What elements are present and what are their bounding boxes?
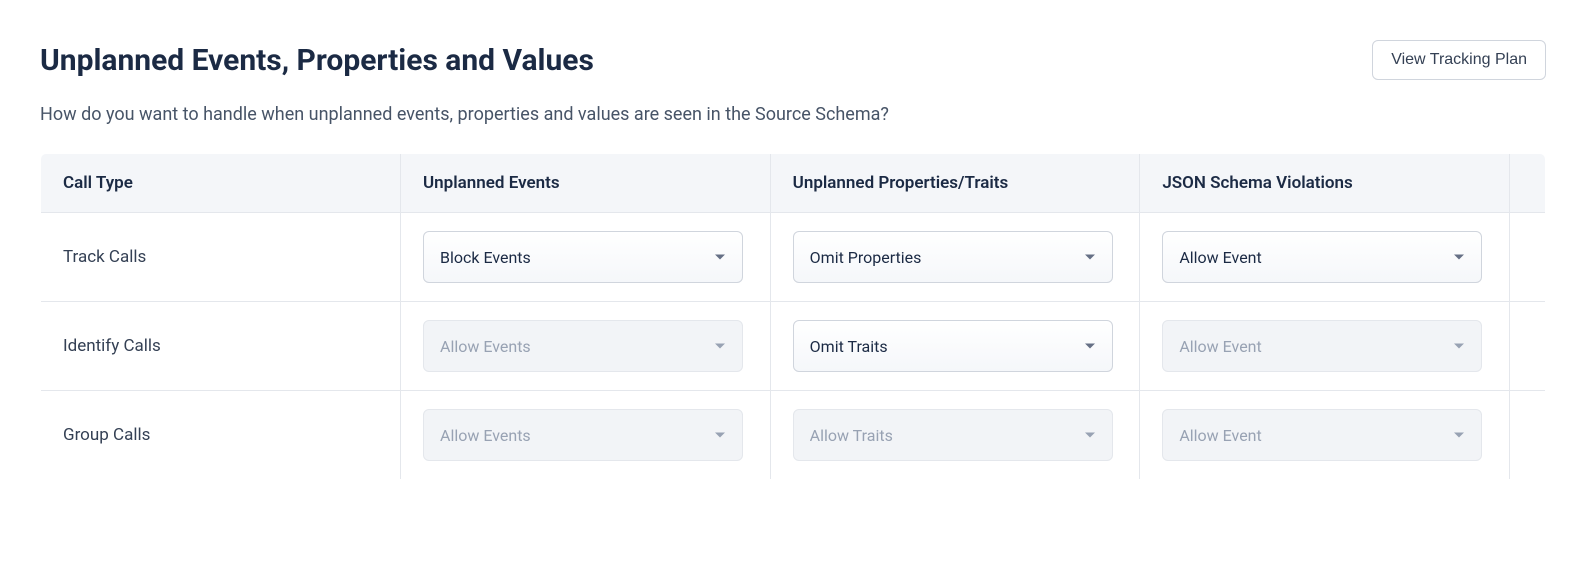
- page-title: Unplanned Events, Properties and Values: [40, 43, 594, 78]
- chevron-down-icon: [714, 342, 726, 350]
- chevron-down-icon: [1084, 431, 1096, 439]
- col-spacer: [1510, 154, 1546, 213]
- unplanned-events-cell: Allow Events: [401, 391, 771, 480]
- col-unplanned-properties-traits: Unplanned Properties/Traits: [770, 154, 1140, 213]
- unplanned-events-cell: Allow Events: [401, 302, 771, 391]
- dropdown-json-schema-violations-2: Allow Event: [1162, 409, 1482, 461]
- call-type-cell: Identify Calls: [41, 302, 401, 391]
- dropdown-label: Allow Events: [440, 426, 531, 445]
- chevron-down-icon: [1084, 253, 1096, 261]
- table-row: Identify Calls Allow Events Omit Traits All…: [41, 302, 1546, 391]
- col-json-schema-violations: JSON Schema Violations: [1140, 154, 1510, 213]
- dropdown-json-schema-violations-1: Allow Event: [1162, 320, 1482, 372]
- dropdown-unplanned-properties-traits-1[interactable]: Omit Traits: [793, 320, 1113, 372]
- chevron-down-icon: [1453, 342, 1465, 350]
- dropdown-label: Omit Traits: [810, 337, 888, 356]
- page-description: How do you want to handle when unplanned…: [40, 104, 1546, 125]
- dropdown-json-schema-violations-0[interactable]: Allow Event: [1162, 231, 1482, 283]
- json-schema-violations-cell: Allow Event: [1140, 213, 1510, 302]
- table-row: Group Calls Allow Events Allow Traits Allow…: [41, 391, 1546, 480]
- view-tracking-plan-button[interactable]: View Tracking Plan: [1372, 40, 1546, 80]
- chevron-down-icon: [1084, 342, 1096, 350]
- dropdown-label: Allow Event: [1179, 248, 1261, 267]
- unplanned-properties-traits-cell: Omit Traits: [770, 302, 1140, 391]
- unplanned-properties-traits-cell: Omit Properties: [770, 213, 1140, 302]
- dropdown-label: Allow Event: [1179, 337, 1261, 356]
- dropdown-unplanned-properties-traits-0[interactable]: Omit Properties: [793, 231, 1113, 283]
- dropdown-label: Omit Properties: [810, 248, 922, 267]
- unplanned-events-cell: Block Events: [401, 213, 771, 302]
- spacer-cell: [1510, 302, 1546, 391]
- unplanned-properties-traits-cell: Allow Traits: [770, 391, 1140, 480]
- dropdown-unplanned-events-1: Allow Events: [423, 320, 743, 372]
- col-unplanned-events: Unplanned Events: [401, 154, 771, 213]
- dropdown-unplanned-events-0[interactable]: Block Events: [423, 231, 743, 283]
- table-row: Track Calls Block Events Omit Properties Al…: [41, 213, 1546, 302]
- chevron-down-icon: [1453, 431, 1465, 439]
- call-type-cell: Track Calls: [41, 213, 401, 302]
- dropdown-label: Allow Traits: [810, 426, 893, 445]
- dropdown-label: Block Events: [440, 248, 531, 267]
- json-schema-violations-cell: Allow Event: [1140, 302, 1510, 391]
- chevron-down-icon: [714, 431, 726, 439]
- chevron-down-icon: [714, 253, 726, 261]
- spacer-cell: [1510, 391, 1546, 480]
- dropdown-label: Allow Event: [1179, 426, 1261, 445]
- chevron-down-icon: [1453, 253, 1465, 261]
- json-schema-violations-cell: Allow Event: [1140, 391, 1510, 480]
- dropdown-label: Allow Events: [440, 337, 531, 356]
- dropdown-unplanned-events-2: Allow Events: [423, 409, 743, 461]
- call-type-cell: Group Calls: [41, 391, 401, 480]
- spacer-cell: [1510, 213, 1546, 302]
- col-call-type: Call Type: [41, 154, 401, 213]
- dropdown-unplanned-properties-traits-2: Allow Traits: [793, 409, 1113, 461]
- unplanned-settings-table: Call Type Unplanned Events Unplanned Pro…: [40, 153, 1546, 480]
